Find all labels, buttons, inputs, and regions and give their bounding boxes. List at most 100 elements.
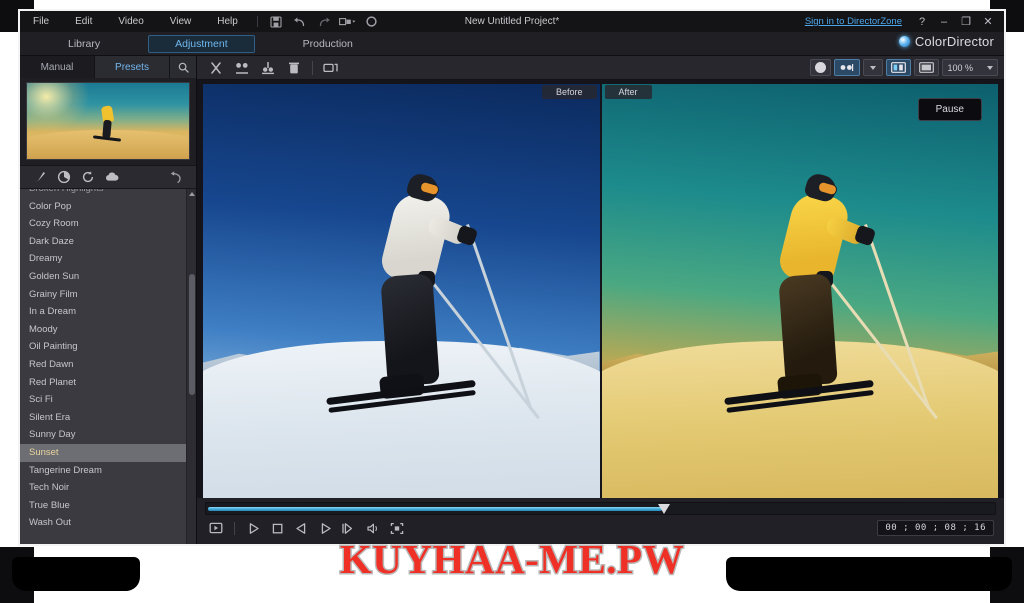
preset-item[interactable]: Moody <box>20 321 196 339</box>
preset-item[interactable]: Golden Sun <box>20 268 196 286</box>
fast-forward-icon[interactable] <box>338 518 360 538</box>
close-button[interactable]: ✕ <box>978 13 998 31</box>
toolbar-divider <box>312 60 313 75</box>
control-divider <box>234 521 235 535</box>
undo-icon[interactable] <box>290 14 310 30</box>
timecode-display: 00 ; 00 ; 08 ; 16 <box>877 520 994 536</box>
main-panel: 100 % Before After Pause 00 ; 00 ; 08 ; … <box>197 56 1004 544</box>
previous-frame-icon[interactable] <box>290 518 312 538</box>
snapshot-icon[interactable] <box>266 14 286 30</box>
color-wheel-icon[interactable] <box>52 167 76 187</box>
seek-bar[interactable] <box>205 502 996 515</box>
menu-view[interactable]: View <box>157 11 205 32</box>
preset-item[interactable]: Red Planet <box>20 374 196 392</box>
stop-icon[interactable] <box>266 518 288 538</box>
preset-list-scroll[interactable]: Broken HighlightsColor PopCozy RoomDark … <box>20 189 196 544</box>
after-skier <box>724 171 939 475</box>
single-view-icon[interactable] <box>886 59 912 76</box>
capture-frame-icon[interactable] <box>205 518 227 538</box>
delete-trash-icon[interactable] <box>281 58 307 78</box>
preset-item[interactable]: Grainy Film <box>20 286 196 304</box>
split-view-icon[interactable] <box>914 59 940 76</box>
split-clip-icon[interactable] <box>203 58 229 78</box>
before-skier <box>325 171 540 475</box>
clip-thumbnail-container <box>20 78 196 165</box>
redo-icon[interactable] <box>314 14 334 30</box>
preset-item[interactable]: Broken Highlights <box>20 189 196 198</box>
preview-pane-after[interactable]: After Pause <box>601 84 998 498</box>
tab-adjustment[interactable]: Adjustment <box>148 34 255 53</box>
playhead-handle[interactable] <box>657 504 670 514</box>
cloud-download-icon[interactable] <box>100 167 124 187</box>
tab-presets[interactable]: Presets <box>95 56 170 78</box>
left-panel-tabs: Manual Presets <box>20 56 196 78</box>
menu-help[interactable]: Help <box>204 11 251 32</box>
monitor-foot-right <box>726 557 1012 591</box>
menu-edit[interactable]: Edit <box>62 11 105 32</box>
tab-production[interactable]: Production <box>277 36 379 52</box>
next-frame-icon[interactable] <box>314 518 336 538</box>
window-controls-group: Sign in to DirectorZone ? – ❐ ✕ <box>805 11 998 32</box>
keyframe-icon[interactable] <box>229 58 255 78</box>
preview-pane-before[interactable]: Before <box>203 84 600 498</box>
monitor-foot-left <box>12 557 140 591</box>
trim-icon[interactable] <box>255 58 281 78</box>
settings-gear-icon[interactable] <box>362 14 382 30</box>
seek-progress <box>208 507 662 511</box>
minimize-button[interactable]: – <box>934 13 954 31</box>
scrollbar-thumb[interactable] <box>189 274 195 395</box>
undo-arrow-icon[interactable] <box>164 167 188 187</box>
playback-controls: 00 ; 00 ; 08 ; 16 <box>205 515 996 541</box>
preset-item[interactable]: Tech Noir <box>20 479 196 497</box>
preset-item[interactable]: Sunset <box>20 443 196 462</box>
monitor-mockup: File Edit Video View Help New Untitled P… <box>0 0 1024 603</box>
preset-item[interactable]: Tangerine Dream <box>20 462 196 480</box>
tab-library[interactable]: Library <box>42 36 126 52</box>
preset-item[interactable]: Dark Daze <box>20 233 196 251</box>
thumbnail-skier <box>92 105 121 142</box>
aspect-ratio-icon[interactable] <box>338 14 358 30</box>
fullscreen-icon[interactable] <box>386 518 408 538</box>
brand-name: ColorDirector <box>914 34 994 49</box>
reset-icon[interactable] <box>76 167 100 187</box>
colordirector-window: File Edit Video View Help New Untitled P… <box>18 9 1006 546</box>
search-icon[interactable] <box>170 56 196 78</box>
menu-video[interactable]: Video <box>105 11 156 32</box>
compare-dropdown-caret[interactable] <box>863 59 884 76</box>
split-compare-icon[interactable] <box>834 59 861 76</box>
zoom-level-dropdown[interactable]: 100 % <box>942 59 998 76</box>
preset-list: Broken HighlightsColor PopCozy RoomDark … <box>20 189 196 532</box>
preset-item[interactable]: Oil Painting <box>20 338 196 356</box>
preset-item[interactable]: Dreamy <box>20 250 196 268</box>
preset-item[interactable]: Red Dawn <box>20 356 196 374</box>
pause-button[interactable]: Pause <box>917 98 982 121</box>
color-circle-icon[interactable] <box>810 59 832 76</box>
tab-manual[interactable]: Manual <box>20 56 95 78</box>
scroll-up-arrow-icon[interactable] <box>189 192 195 196</box>
preset-scrollbar[interactable] <box>186 189 196 544</box>
restore-button[interactable]: ❐ <box>956 13 976 31</box>
menu-divider <box>256 16 258 27</box>
chevron-down-icon <box>870 65 877 70</box>
preset-item[interactable]: Sunny Day <box>20 426 196 444</box>
volume-icon[interactable] <box>362 518 384 538</box>
preset-item[interactable]: Cozy Room <box>20 215 196 233</box>
help-button[interactable]: ? <box>912 13 932 31</box>
clip-thumbnail[interactable] <box>26 82 190 160</box>
app-body: Manual Presets Color Pop Cozy Room Dark … <box>20 56 1004 544</box>
signin-directorzone-link[interactable]: Sign in to DirectorZone <box>805 16 902 27</box>
duplicate-icon[interactable] <box>318 58 344 78</box>
menu-file[interactable]: File <box>20 11 62 32</box>
menu-bar: File Edit Video View Help New Untitled P… <box>20 11 1004 32</box>
preset-item[interactable]: In a Dream <box>20 303 196 321</box>
label-after: After <box>604 85 652 99</box>
preset-item[interactable]: Color Pop <box>20 198 196 216</box>
brush-icon[interactable] <box>28 167 52 187</box>
preset-tool-row <box>20 165 196 189</box>
preset-item[interactable]: True Blue <box>20 497 196 515</box>
play-icon[interactable] <box>242 518 264 538</box>
preset-item[interactable]: Silent Era <box>20 409 196 427</box>
preset-item[interactable]: Sci Fi <box>20 391 196 409</box>
preset-item[interactable]: Wash Out <box>20 514 196 532</box>
preview-area: Before After Pause <box>197 80 1004 498</box>
